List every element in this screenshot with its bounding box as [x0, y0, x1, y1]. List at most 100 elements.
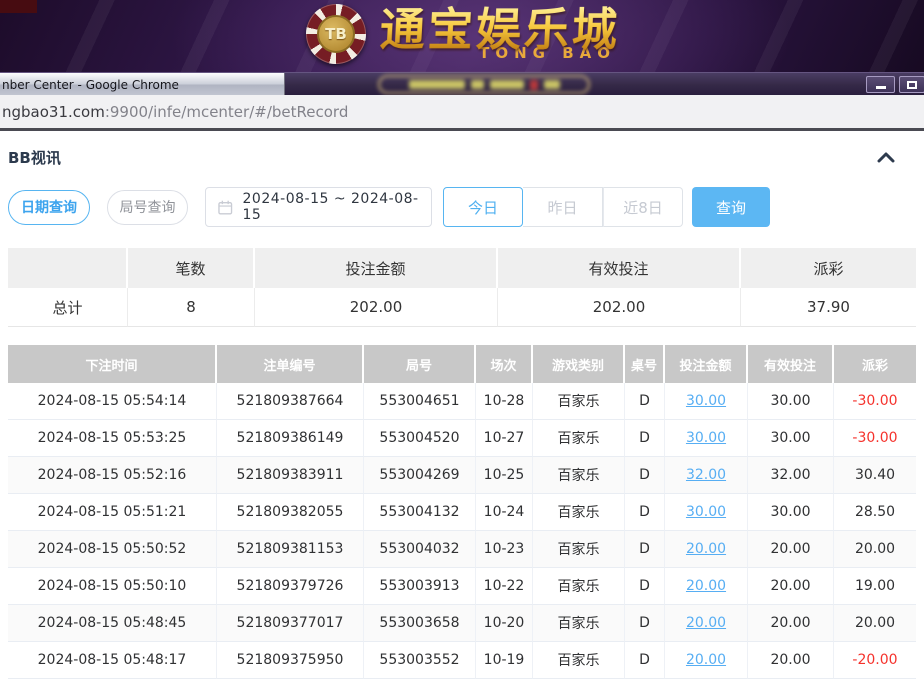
bet-amount-link[interactable]: 20.00	[665, 531, 748, 568]
summary-total-row: 总计 8 202.00 202.00 37.90	[8, 288, 916, 327]
total-count: 8	[128, 288, 255, 327]
url-bar[interactable]: ngbao31.com:9900/infe/mcenter/#/betRecor…	[0, 95, 924, 131]
minimize-button[interactable]	[866, 76, 895, 93]
header-game-type: 游戏类别	[533, 345, 625, 383]
round-id-cell: 553003552	[364, 642, 476, 679]
header-table-no: 桌号	[625, 345, 665, 383]
table-no-cell: D	[625, 383, 665, 420]
blurred-text-blob	[490, 80, 524, 89]
round-id-cell: 553004032	[364, 531, 476, 568]
bet-id-cell: 521809383911	[217, 457, 364, 494]
summary-header-row: 笔数 投注金额 有效投注 派彩	[8, 248, 916, 288]
round-id-cell: 553003913	[364, 568, 476, 605]
payout-cell: 28.50	[834, 494, 916, 531]
minimize-icon	[876, 86, 886, 89]
casino-banner: TB 通宝娱乐城 TONG BAO	[0, 0, 924, 72]
bet-amount-link[interactable]: 30.00	[665, 420, 748, 457]
url-path: :9900/infe/mcenter/#/betRecord	[105, 103, 349, 121]
yesterday-button[interactable]: 昨日	[523, 187, 603, 227]
blurred-text-blob	[471, 80, 484, 89]
date-range-value: 2024-08-15 ~ 2024-08-15	[243, 191, 431, 223]
header-valid-bet: 有效投注	[748, 345, 834, 383]
total-bet-amount: 202.00	[255, 288, 498, 327]
game-type-cell: 百家乐	[533, 531, 625, 568]
calendar-icon	[218, 200, 233, 215]
today-button[interactable]: 今日	[443, 187, 523, 227]
bet-id-cell: 521809386149	[217, 420, 364, 457]
table-no-cell: D	[625, 420, 665, 457]
search-button[interactable]: 查询	[692, 187, 770, 227]
bet-amount-link[interactable]: 20.00	[665, 642, 748, 679]
date-query-tab[interactable]: 日期查询	[8, 190, 90, 225]
maximize-button[interactable]	[899, 76, 924, 93]
brand-name: 通宝娱乐城	[379, 4, 622, 56]
blurred-text-blob	[530, 80, 538, 90]
game-type-cell: 百家乐	[533, 494, 625, 531]
header-bet-amount: 投注金额	[665, 345, 748, 383]
casino-logo: TB 通宝娱乐城 TONG BAO	[306, 4, 620, 64]
total-payout: 37.90	[741, 288, 916, 327]
page-title: BB视讯	[8, 147, 61, 168]
url-text: ngbao31.com:9900/infe/mcenter/#/betRecor…	[0, 103, 348, 121]
valid-bet-cell: 20.00	[748, 531, 834, 568]
panel-collapse-button[interactable]	[871, 148, 901, 166]
game-type-cell: 百家乐	[533, 642, 625, 679]
session-cell: 10-28	[476, 383, 533, 420]
table-no-cell: D	[625, 457, 665, 494]
round-id-cell: 553003658	[364, 605, 476, 642]
summary-header-bet-amount: 投注金额	[255, 248, 498, 288]
game-type-cell: 百家乐	[533, 605, 625, 642]
bet-time-cell: 2024-08-15 05:50:52	[8, 531, 217, 568]
bet-amount-link[interactable]: 20.00	[665, 605, 748, 642]
bet-row: 2024-08-15 05:50:52521809381153553004032…	[8, 531, 916, 568]
session-cell: 10-23	[476, 531, 533, 568]
payout-cell: 19.00	[834, 568, 916, 605]
session-cell: 10-20	[476, 605, 533, 642]
game-type-cell: 百家乐	[533, 457, 625, 494]
bet-time-cell: 2024-08-15 05:51:21	[8, 494, 217, 531]
screen: TB 通宝娱乐城 TONG BAO nber Center - Google C…	[0, 0, 924, 699]
bet-row: 2024-08-15 05:48:17521809375950553003552…	[8, 642, 916, 679]
summary-header-blank	[8, 248, 128, 288]
bet-id-cell: 521809375950	[217, 642, 364, 679]
bet-id-cell: 521809379726	[217, 568, 364, 605]
summary-header-count: 笔数	[128, 248, 255, 288]
window-titlebar: nber Center - Google Chrome	[0, 72, 924, 95]
bet-time-cell: 2024-08-15 05:48:17	[8, 642, 217, 679]
game-type-cell: 百家乐	[533, 568, 625, 605]
summary-header-payout: 派彩	[741, 248, 916, 288]
header-payout: 派彩	[834, 345, 916, 383]
bet-id-cell: 521809382055	[217, 494, 364, 531]
valid-bet-cell: 20.00	[748, 605, 834, 642]
game-type-cell: 百家乐	[533, 383, 625, 420]
bet-time-cell: 2024-08-15 05:50:10	[8, 568, 217, 605]
bet-row: 2024-08-15 05:51:21521809382055553004132…	[8, 494, 916, 531]
bet-time-cell: 2024-08-15 05:52:16	[8, 457, 217, 494]
bet-amount-link[interactable]: 20.00	[665, 568, 748, 605]
payout-cell: 20.00	[834, 531, 916, 568]
payout-cell: 20.00	[834, 605, 916, 642]
bet-record-page: BB视讯 日期查询 局号查询 2024-08-15 ~ 2024-08-15	[0, 131, 924, 699]
bet-row: 2024-08-15 05:53:25521809386149553004520…	[8, 420, 916, 457]
round-query-tab[interactable]: 局号查询	[107, 190, 188, 225]
bet-id-cell: 521809387664	[217, 383, 364, 420]
date-range-input[interactable]: 2024-08-15 ~ 2024-08-15	[205, 187, 432, 227]
quick-range-group: 今日 昨日 近8日	[443, 187, 683, 227]
header-bet-id: 注单编号	[217, 345, 364, 383]
round-id-cell: 553004520	[364, 420, 476, 457]
last-8-days-button[interactable]: 近8日	[603, 187, 683, 227]
payout-cell: -30.00	[834, 420, 916, 457]
window-title: nber Center - Google Chrome	[0, 78, 179, 92]
valid-bet-cell: 20.00	[748, 642, 834, 679]
valid-bet-cell: 20.00	[748, 568, 834, 605]
table-no-cell: D	[625, 531, 665, 568]
blurred-balance	[378, 75, 590, 94]
bet-amount-link[interactable]: 30.00	[665, 383, 748, 420]
table-no-cell: D	[625, 494, 665, 531]
bet-id-cell: 521809377017	[217, 605, 364, 642]
table-no-cell: D	[625, 605, 665, 642]
bet-amount-link[interactable]: 30.00	[665, 494, 748, 531]
bet-amount-link[interactable]: 32.00	[665, 457, 748, 494]
header-round-id: 局号	[364, 345, 476, 383]
valid-bet-cell: 30.00	[748, 383, 834, 420]
